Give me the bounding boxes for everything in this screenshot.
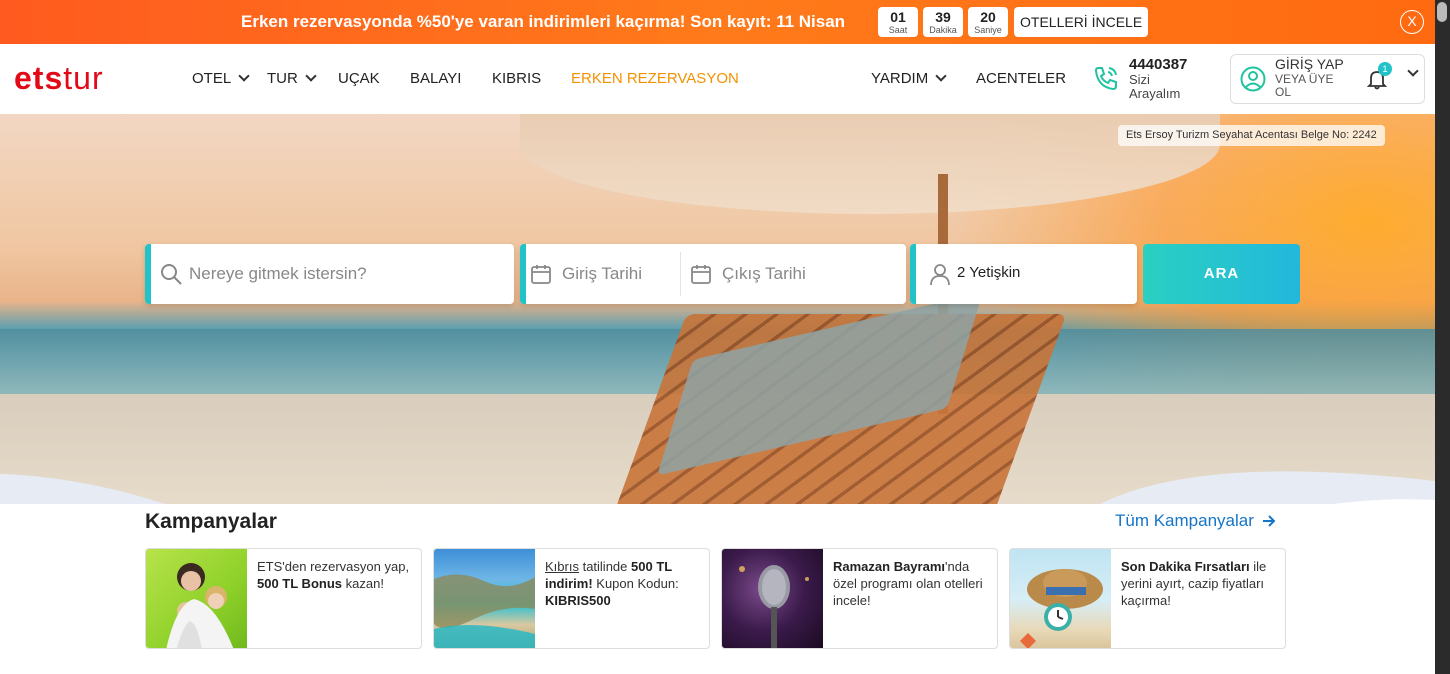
coupon-code: KIBRIS500: [545, 593, 611, 608]
campaign-image-beach-clock: [1010, 549, 1111, 648]
promo-bar: Erken rezervasyonda %50'ye varan indirim…: [0, 0, 1435, 44]
campaign-text: Son Dakika Fırsatları ile yerini ayırt, …: [1121, 558, 1281, 609]
nav-balayi[interactable]: BALAYI: [410, 70, 461, 87]
campaign-image-coast: [434, 549, 535, 648]
countdown-seconds: 20 Saniye: [968, 7, 1008, 37]
nav-label: OTEL: [192, 70, 232, 87]
campaign-text-part: kazan!: [342, 576, 384, 591]
callback-line1: Sizi: [1129, 72, 1150, 87]
campaign-text-bold: Son Dakika Fırsatları: [1121, 559, 1250, 574]
guests-field[interactable]: 2 Yetişkin: [910, 244, 1137, 304]
nav-kibris[interactable]: KIBRIS: [492, 70, 541, 87]
campaign-text-bold: 500 TL Bonus: [257, 576, 343, 591]
nav-otel[interactable]: OTEL: [192, 70, 250, 87]
promo-text: Erken rezervasyonda %50'ye varan indirim…: [241, 12, 846, 31]
logo-thin-part: tur: [63, 60, 104, 96]
person-icon: [930, 264, 950, 286]
calendar-icon: [691, 265, 711, 284]
nav-label: BALAYI: [410, 70, 462, 87]
campaign-text-part: ETS'den rezervasyon yap,: [257, 559, 410, 574]
nav-erken-rezervasyon[interactable]: ERKEN REZERVASYON: [571, 70, 739, 87]
campaign-image-family: [146, 549, 247, 648]
countdown-value: 20: [980, 9, 996, 25]
nav-label: YARDIM: [871, 70, 929, 87]
campaign-text-part: Kupon Kodun:: [592, 576, 679, 591]
scrollbar-thumb[interactable]: [1437, 2, 1447, 22]
campaign-text-link[interactable]: Kıbrıs: [545, 559, 579, 574]
register-label[interactable]: VEYA ÜYE OL: [1275, 73, 1345, 99]
nav-label: TUR: [267, 70, 298, 87]
callback-line2: Arayalım: [1129, 86, 1181, 101]
campaign-text: Kıbrıs tatilinde 500 TL indirim! Kupon K…: [545, 558, 705, 609]
destination-input[interactable]: [189, 258, 499, 290]
nav-label: KIBRIS: [492, 70, 542, 87]
nav-label: ACENTELER: [976, 70, 1067, 87]
destination-field[interactable]: [145, 244, 514, 304]
date-divider: [680, 252, 681, 296]
guests-value: 2 Yetişkin: [957, 264, 1021, 281]
campaign-card-kibris[interactable]: Kıbrıs tatilinde 500 TL indirim! Kupon K…: [433, 548, 710, 649]
countdown-value: 39: [935, 9, 951, 25]
register-line2: OL: [1275, 85, 1292, 99]
nav-tur[interactable]: TUR: [267, 70, 317, 87]
checkout-field[interactable]: Çıkış Tarihi: [690, 244, 806, 304]
nav-acenteler[interactable]: ACENTELER: [976, 70, 1066, 87]
countdown-unit: Saniye: [974, 25, 1002, 35]
all-campaigns-link[interactable]: Tüm Kampanyalar: [1115, 511, 1276, 531]
calendar-icon: [531, 265, 551, 284]
checkin-placeholder: Giriş Tarihi: [562, 264, 642, 283]
campaign-text: ETS'den rezervasyon yap, 500 TL Bonus ka…: [257, 558, 417, 592]
all-campaigns-label: Tüm Kampanyalar: [1115, 511, 1254, 530]
chevron-down-icon: [935, 70, 947, 82]
checkin-field[interactable]: Giriş Tarihi: [530, 244, 642, 304]
countdown-value: 01: [890, 9, 906, 25]
hero-wave: [0, 471, 1435, 504]
hero-banner: [0, 114, 1435, 504]
nav-label: UÇAK: [338, 70, 380, 87]
search-icon: [161, 264, 182, 285]
campaign-text-part: tatilinde: [578, 559, 632, 574]
countdown-unit: Saat: [888, 25, 908, 35]
date-range-field[interactable]: Giriş Tarihi Çıkış Tarihi: [520, 244, 906, 304]
campaign-card-bonus[interactable]: ETS'den rezervasyon yap, 500 TL Bonus ka…: [145, 548, 422, 649]
countdown-unit: Dakika: [929, 25, 957, 35]
countdown-minutes: 39 Dakika: [923, 7, 963, 37]
login-title[interactable]: GİRİŞ YAP: [1275, 56, 1344, 72]
campaign-card-ramazan[interactable]: Ramazan Bayramı'nda özel programı olan o…: [721, 548, 998, 649]
nav-ucak[interactable]: UÇAK: [338, 70, 380, 87]
promo-close-button[interactable]: X: [1400, 10, 1424, 34]
logo-bold-part: ets: [14, 60, 64, 96]
checkout-placeholder: Çıkış Tarihi: [722, 264, 806, 283]
search-button[interactable]: ARA: [1143, 244, 1300, 304]
nav-label: ERKEN REZERVASYON: [571, 70, 739, 87]
countdown-hours: 01 Saat: [878, 7, 918, 37]
notification-badge: 1: [1378, 62, 1392, 76]
scrollbar-track[interactable]: [1435, 0, 1450, 674]
campaign-text-bold: Ramazan Bayramı: [833, 559, 945, 574]
campaigns-title: Kampanyalar: [145, 510, 277, 533]
license-badge: Ets Ersoy Turizm Seyahat Acentası Belge …: [1118, 125, 1385, 146]
etstur-logo[interactable]: etstur: [14, 60, 104, 97]
callback-label[interactable]: Sizi Arayalım: [1129, 73, 1199, 101]
chevron-down-icon: [238, 70, 250, 82]
phone-icon[interactable]: [1092, 64, 1120, 92]
user-icon: [1240, 66, 1266, 92]
campaign-image-microphone: [722, 549, 823, 648]
campaign-card-son-dakika[interactable]: Son Dakika Fırsatları ile yerini ayırt, …: [1009, 548, 1286, 649]
nav-yardim[interactable]: YARDIM: [871, 70, 947, 87]
campaign-text: Ramazan Bayramı'nda özel programı olan o…: [833, 558, 993, 609]
view-hotels-button[interactable]: OTELLERİ İNCELE: [1014, 7, 1149, 37]
arrow-right-icon: [1262, 515, 1276, 527]
phone-number[interactable]: 4440387: [1129, 56, 1187, 73]
chevron-down-icon: [305, 70, 317, 82]
